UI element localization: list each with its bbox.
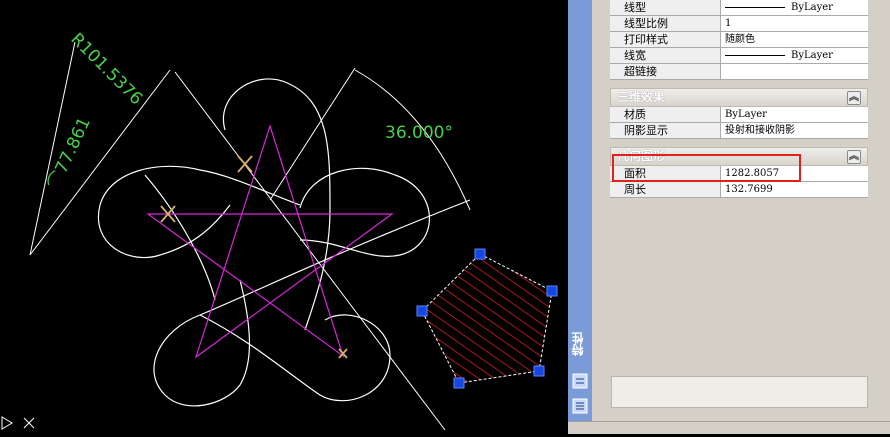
- loop-bottom-left: [153, 279, 251, 407]
- row-material-value[interactable]: ByLayer: [721, 107, 868, 122]
- row-plot-style-value[interactable]: 随颜色: [721, 32, 868, 47]
- grip-4: [453, 377, 465, 389]
- row-lineweight[interactable]: 线宽 ByLayer: [610, 48, 868, 64]
- row-linetype-label: 线型: [610, 0, 721, 15]
- dim-ext-top: [269, 67, 356, 201]
- general-section: 线型 ByLayer 线型比例 1 打印样式 随颜色 线宽 ByLayer 超链…: [610, 0, 868, 80]
- row-plot-style[interactable]: 打印样式 随颜色: [610, 32, 868, 48]
- palette-title-strip: 特性: [568, 0, 592, 421]
- collapse-icon[interactable]: ︽: [847, 91, 861, 105]
- drawing-canvas[interactable]: R101.5376 ⌒77.861 36.000°: [0, 0, 568, 433]
- row-linetype-value[interactable]: ByLayer: [721, 0, 868, 15]
- line-sample: [725, 7, 785, 8]
- row-linetype-scale-value[interactable]: 1: [721, 16, 868, 31]
- properties-menu-icon[interactable]: [572, 398, 588, 414]
- row-perimeter[interactable]: 周长 132.7699: [610, 182, 868, 198]
- row-hyperlink-label: 超链接: [610, 64, 721, 79]
- row-lineweight-text: ByLayer: [791, 50, 833, 61]
- row-hyperlink-value[interactable]: [721, 64, 868, 79]
- row-linetype-text: ByLayer: [791, 2, 833, 13]
- loop-left: [97, 165, 231, 259]
- row-shadow-label: 阴影显示: [610, 123, 721, 138]
- palette-title: 特性: [571, 332, 585, 356]
- toggle-settings-icon[interactable]: [572, 373, 588, 389]
- loop-top: [222, 78, 331, 331]
- row-linetype[interactable]: 线型 ByLayer: [610, 0, 868, 16]
- dimension-lines: [29, 41, 471, 431]
- dim-radius-text: R101.5376: [66, 29, 146, 109]
- row-perimeter-label: 周长: [610, 182, 721, 197]
- grip-5: [416, 305, 428, 317]
- row-shadow-value[interactable]: 投射和接收阴影: [721, 123, 868, 138]
- dim-angle-text: 36.000°: [385, 123, 453, 143]
- ucs-icon: [1, 416, 35, 430]
- grip-3: [533, 365, 545, 377]
- collapse-icon[interactable]: ︽: [847, 150, 861, 164]
- properties-palette: 特性 线型 ByLayer 线型比例 1 打印样式 随颜色 线宽 ByLayer…: [568, 0, 890, 434]
- section-3d-effects: 三维效果 ︽ 材质 ByLayer 阴影显示 投射和接收阴影: [610, 88, 868, 139]
- row-linetype-scale[interactable]: 线型比例 1: [610, 16, 868, 32]
- row-hyperlink[interactable]: 超链接: [610, 64, 868, 80]
- grip-2: [546, 285, 558, 297]
- palette-bottom-border: [568, 421, 890, 434]
- row-lineweight-value[interactable]: ByLayer: [721, 48, 868, 63]
- loop-bottom-right: [199, 314, 391, 402]
- row-lineweight-label: 线宽: [610, 48, 721, 63]
- section-3d-title: 三维效果: [617, 90, 666, 104]
- description-box: [611, 376, 868, 408]
- row-linetype-scale-label: 线型比例: [610, 16, 721, 31]
- row-material[interactable]: 材质 ByLayer: [610, 107, 868, 123]
- section-3d-header[interactable]: 三维效果 ︽: [610, 88, 868, 107]
- row-material-label: 材质: [610, 107, 721, 122]
- grip-1: [474, 248, 486, 260]
- area-highlight-box: [612, 154, 801, 182]
- hatched-pentagon[interactable]: [421, 253, 553, 384]
- row-shadow[interactable]: 阴影显示 投射和接收阴影: [610, 123, 868, 139]
- drawing-svg: R101.5376 ⌒77.861 36.000°: [1, 29, 558, 431]
- row-plot-style-label: 打印样式: [610, 32, 721, 47]
- line-sample: [725, 55, 785, 56]
- row-perimeter-value[interactable]: 132.7699: [721, 182, 868, 197]
